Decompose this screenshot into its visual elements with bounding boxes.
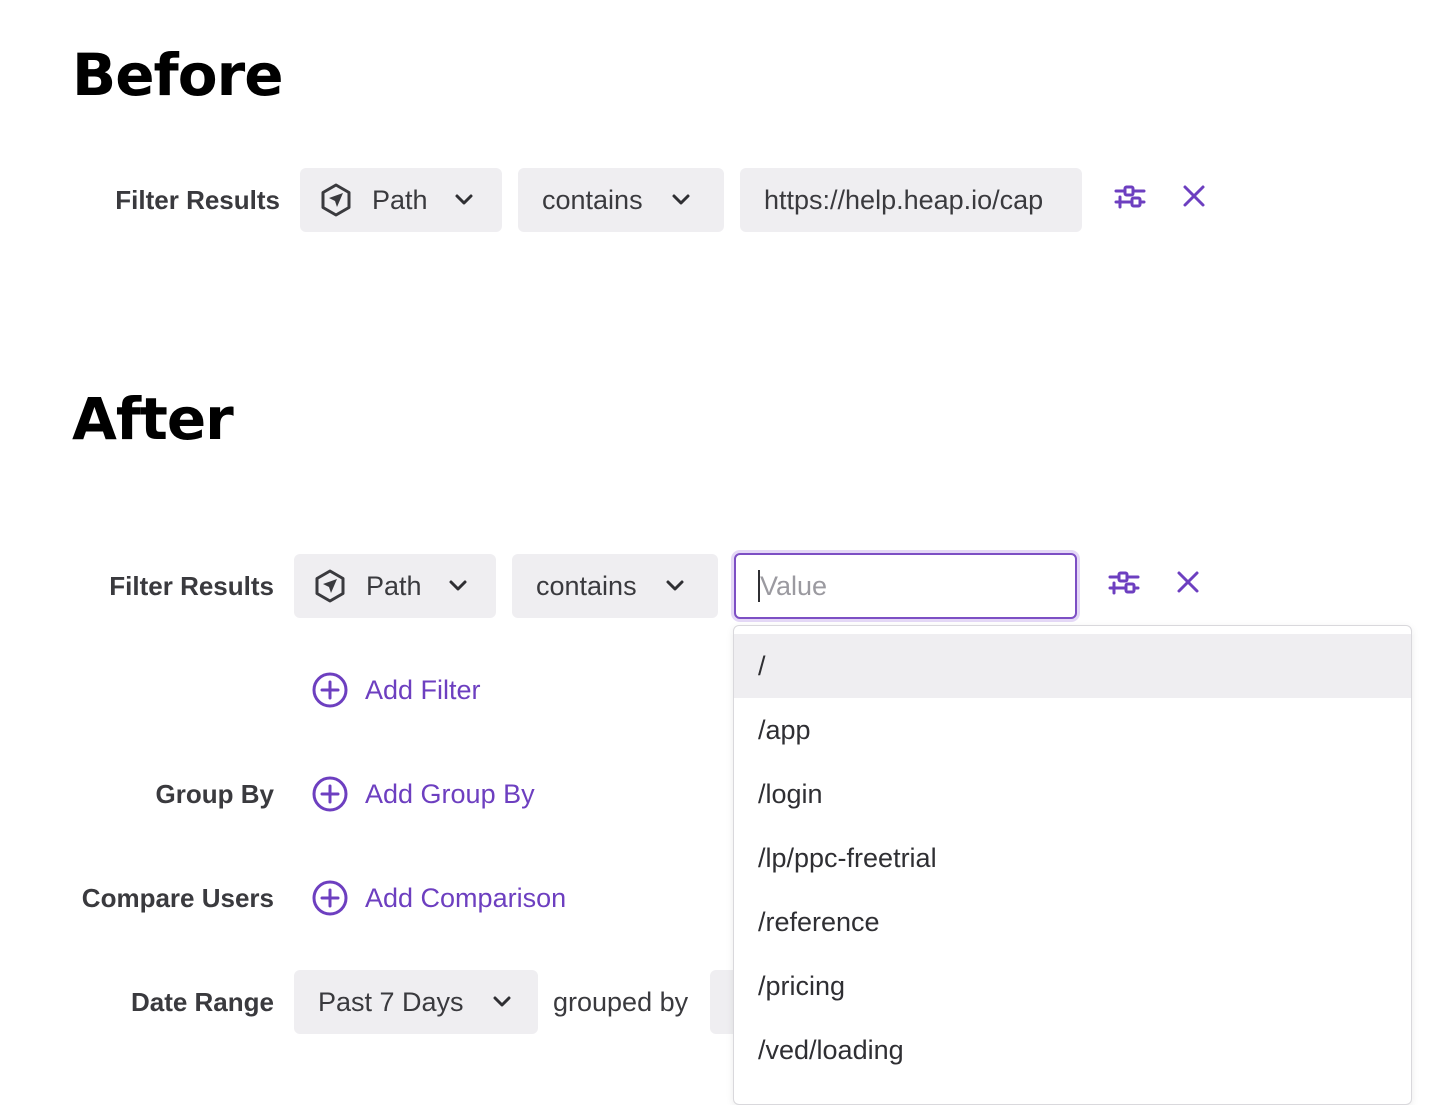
add-comparison-button[interactable]: Add Comparison [311, 876, 566, 920]
before-operator-select[interactable]: contains [518, 168, 724, 232]
plus-circle-icon [312, 776, 348, 812]
before-operator-label: contains [542, 184, 643, 215]
filter-options-icon[interactable] [1112, 178, 1148, 214]
suggestion-option[interactable]: /app [734, 698, 1411, 762]
path-hexagon-icon [321, 183, 351, 217]
suggestion-option[interactable]: /login [734, 762, 1411, 826]
after-value-input[interactable]: Value [734, 553, 1077, 619]
before-value-text: https://help.heap.io/cap [764, 184, 1044, 215]
value-suggestions-dropdown: //app/login/lp/ppc-freetrial/reference/p… [733, 625, 1412, 1105]
chevron-down-icon [493, 996, 511, 1007]
before-filter-label: Filter Results [115, 185, 280, 215]
before-heading: Before [72, 41, 284, 109]
chevron-down-icon [666, 580, 684, 591]
before-value-input[interactable]: https://help.heap.io/cap [740, 168, 1082, 232]
suggestion-option[interactable]: /ved/loading [734, 1018, 1411, 1082]
after-heading: After [72, 385, 234, 453]
plus-circle-icon [312, 672, 348, 708]
plus-circle-icon [312, 880, 348, 916]
date-range-select[interactable]: Past 7 Days [294, 970, 538, 1034]
group-by-label: Group By [155, 779, 274, 809]
date-range-label: Date Range [130, 987, 274, 1017]
add-group-by-label: Add Group By [365, 778, 535, 809]
after-property-label: Path [366, 570, 422, 601]
suggestion-option[interactable]: /reference [734, 890, 1411, 954]
before-property-label: Path [372, 184, 428, 215]
add-filter-button[interactable]: Add Filter [311, 668, 481, 712]
after-operator-label: contains [536, 570, 637, 601]
date-range-value: Past 7 Days [318, 986, 464, 1017]
filter-options-icon[interactable] [1106, 564, 1142, 600]
chevron-down-icon [672, 194, 690, 205]
add-comparison-label: Add Comparison [365, 882, 567, 913]
add-filter-label: Add Filter [365, 674, 481, 705]
chevron-down-icon [449, 580, 467, 591]
add-group-by-button[interactable]: Add Group By [311, 772, 535, 816]
suggestion-option[interactable]: /lp/ppc-freetrial [734, 826, 1411, 890]
close-icon[interactable] [1170, 564, 1206, 600]
suggestion-option[interactable]: / [734, 634, 1411, 698]
close-icon[interactable] [1176, 178, 1212, 214]
compare-users-label: Compare Users [81, 883, 274, 913]
value-placeholder: Value [760, 570, 828, 601]
chevron-down-icon [455, 194, 473, 205]
path-hexagon-icon [315, 569, 345, 603]
after-operator-select[interactable]: contains [512, 554, 718, 618]
grouped-by-text: grouped by [553, 987, 689, 1017]
suggestion-option[interactable]: /pricing [734, 954, 1411, 1018]
after-filter-label: Filter Results [109, 571, 274, 601]
before-property-select[interactable]: Path [300, 168, 502, 232]
suggestions-list: //app/login/lp/ppc-freetrial/reference/p… [734, 634, 1411, 1082]
after-property-select[interactable]: Path [294, 554, 496, 618]
